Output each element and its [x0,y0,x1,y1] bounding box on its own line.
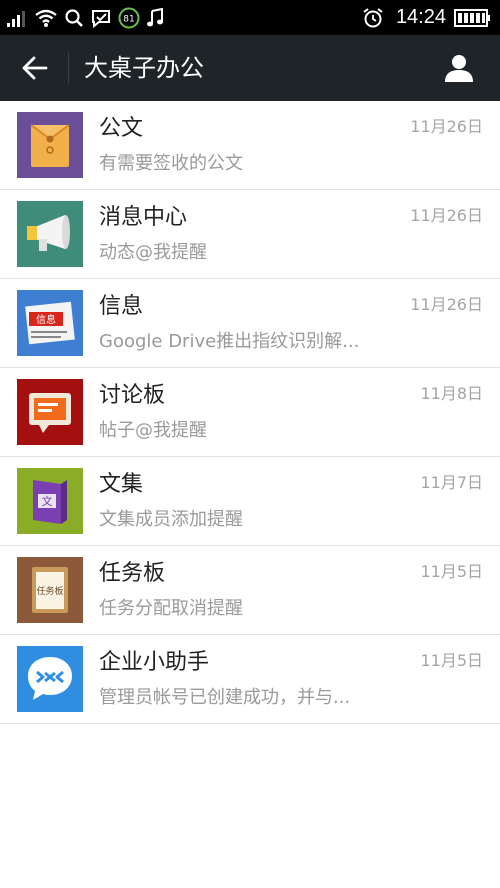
list-item-date: 11月5日 [420,651,483,670]
newspaper-icon: 信息 [17,290,83,356]
alarm-icon [362,7,384,29]
assistant-icon [17,646,83,712]
list-item-subtitle: 任务分配取消提醒 [99,598,243,619]
notification-badge-text: 81 [123,14,134,24]
list-item-date: 11月7日 [420,473,483,492]
music-icon [146,7,164,28]
list-item-assistant[interactable]: 企业小助手 管理员帐号已创建成功，并与... 11月5日 [0,635,500,724]
list-item-date: 11月26日 [410,117,483,136]
page-title: 大桌子办公 [84,54,204,82]
signal-icon [6,9,28,27]
megaphone-icon [17,201,83,267]
list-item-subtitle: 管理员帐号已创建成功，并与... [99,687,351,708]
user-icon [445,55,473,82]
list-item-title: 消息中心 [99,205,188,230]
list-item-subtitle: 有需要签收的公文 [99,153,243,174]
list-item-date: 11月5日 [420,562,483,581]
action-bar: 大桌子办公 [0,35,500,101]
action-bar-divider [68,52,69,84]
list-item-subtitle: 文集成员添加提醒 [99,509,243,530]
list-item-task-board[interactable]: 任务板 任务板 任务分配取消提醒 11月5日 [0,546,500,635]
battery-icon [454,8,492,28]
chat-board-icon [17,379,83,445]
list-item-date: 11月26日 [410,295,483,314]
status-bar: 81 14:24 [0,0,500,35]
message-icon [90,8,112,28]
wifi-icon [34,8,58,28]
list-item-title: 信息 [99,294,144,319]
status-time: 14:24 [395,6,446,28]
task-board-icon: 任务板 [17,557,83,623]
list-item-subtitle: Google Drive推出指纹识别解... [99,331,360,352]
list-item-title: 任务板 [99,561,166,586]
svg-text:信息: 信息 [36,313,56,326]
list-item-date: 11月8日 [420,384,483,403]
list-item-title: 公文 [99,116,144,141]
envelope-icon [17,112,83,178]
list-item-title: 文集 [99,472,144,497]
back-arrow-icon [22,56,48,80]
list-item-title: 企业小助手 [99,650,210,675]
list-item-news[interactable]: 信息 信息 Google Drive推出指纹识别解... 11月26日 [0,279,500,368]
list-item-collection[interactable]: 文 文集 文集成员添加提醒 11月7日 [0,457,500,546]
svg-text:文: 文 [42,494,53,508]
list-item-subtitle: 帖子@我提醒 [99,420,207,441]
list-item-date: 11月26日 [410,206,483,225]
list-item-discussion-board[interactable]: 讨论板 帖子@我提醒 11月8日 [0,368,500,457]
task-board-icon-text: 任务板 [36,585,63,597]
list-item-subtitle: 动态@我提醒 [99,242,207,263]
search-icon [64,8,84,28]
book-icon: 文 [17,468,83,534]
app-list: 公文 有需要签收的公文 11月26日 消息中心 动态@我提醒 11月26日 信息 [0,101,500,724]
list-item-title: 讨论板 [99,383,166,408]
back-button[interactable] [10,43,60,93]
profile-button[interactable] [436,45,482,91]
list-item-message-center[interactable]: 消息中心 动态@我提醒 11月26日 [0,190,500,279]
list-item-documents[interactable]: 公文 有需要签收的公文 11月26日 [0,101,500,190]
badge-icon: 81 [118,7,140,29]
